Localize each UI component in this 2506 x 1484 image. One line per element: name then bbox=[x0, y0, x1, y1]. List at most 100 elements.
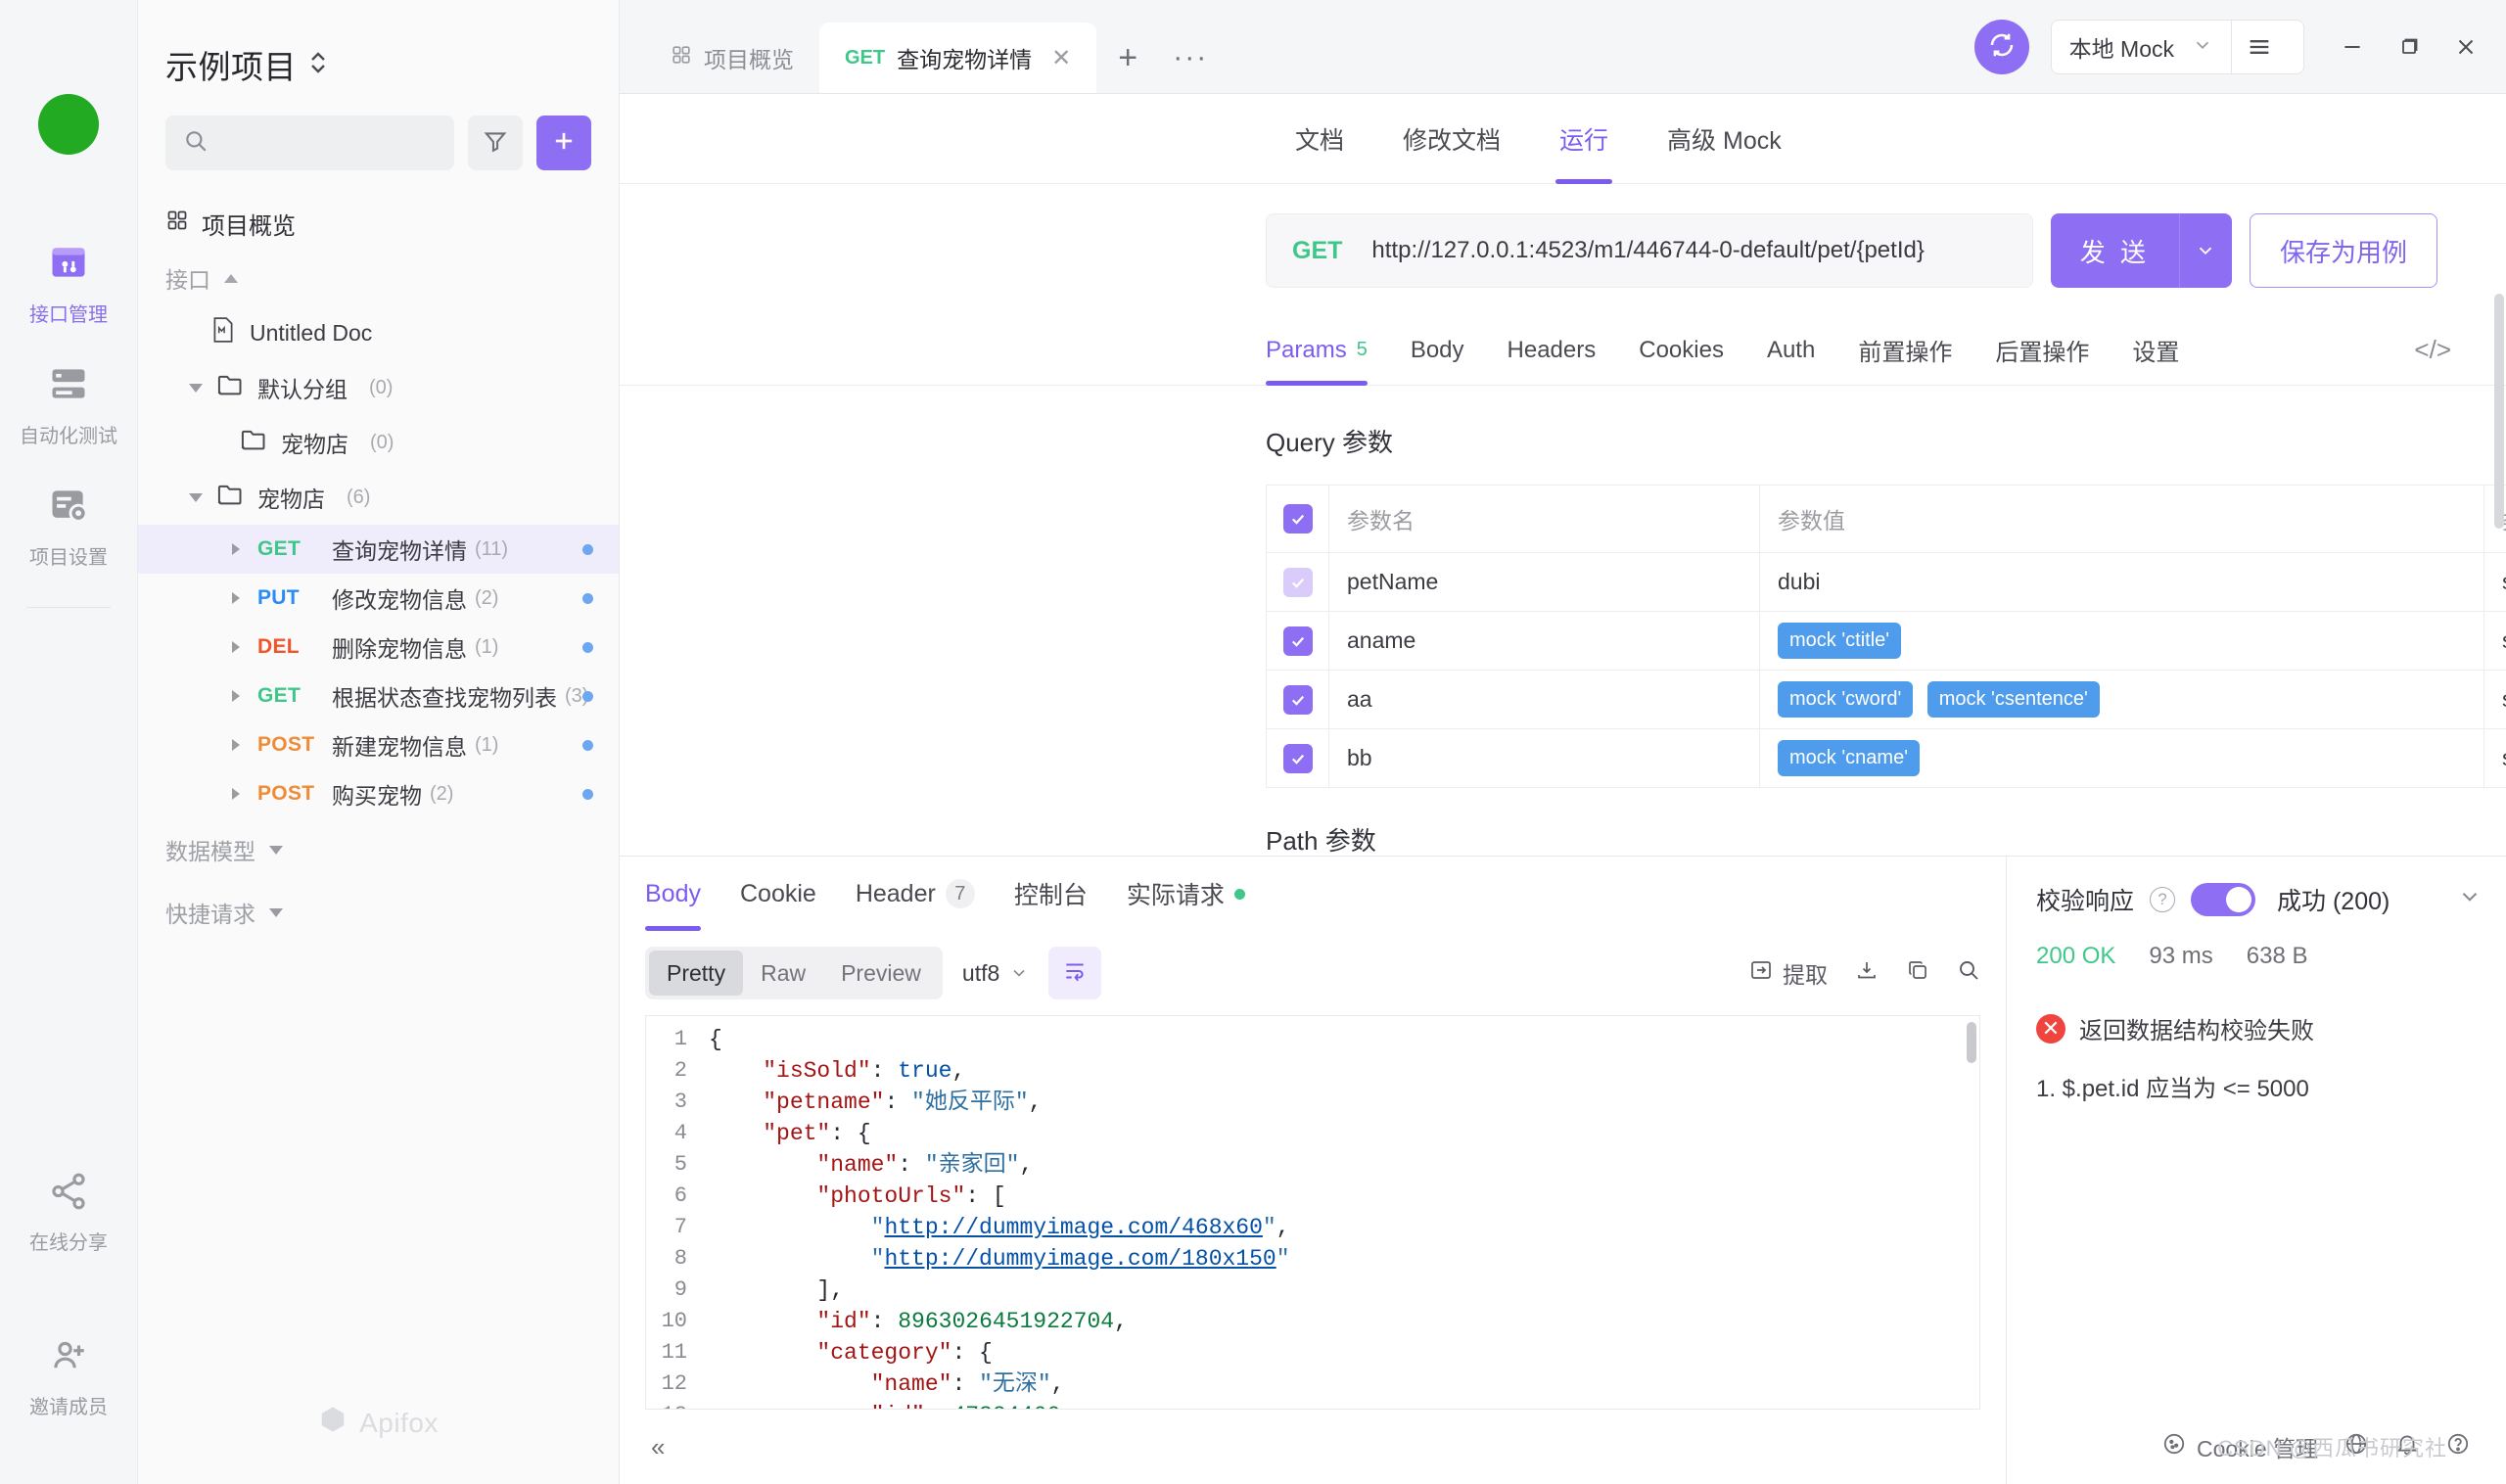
row-checkbox[interactable] bbox=[1282, 743, 1313, 773]
param-value[interactable]: mock 'cword' mock 'csentence' bbox=[1759, 670, 2484, 729]
param-value[interactable]: mock 'cname' bbox=[1759, 728, 2484, 788]
response-tab-header[interactable]: Header 7 bbox=[836, 857, 995, 931]
view-mode-preview[interactable]: Preview bbox=[823, 951, 939, 996]
tab-advanced-mock[interactable]: 高级 Mock bbox=[1638, 94, 1811, 184]
add-button[interactable] bbox=[536, 116, 591, 170]
new-tab-button[interactable]: + bbox=[1096, 23, 1159, 93]
tab-doc[interactable]: 文档 bbox=[1266, 94, 1373, 184]
view-mode-raw[interactable]: Raw bbox=[743, 951, 823, 996]
tab-project-overview[interactable]: 项目概览 bbox=[645, 23, 819, 93]
param-tab-headers[interactable]: Headers bbox=[1486, 315, 1618, 386]
search-input[interactable] bbox=[218, 131, 437, 155]
param-type[interactable]: string bbox=[2483, 552, 2506, 612]
help-icon[interactable]: ? bbox=[2150, 887, 2176, 912]
param-tab-params[interactable]: Params 5 bbox=[1266, 315, 1389, 386]
param-type[interactable]: string bbox=[2483, 611, 2506, 671]
tab-query-pet-detail[interactable]: GET 查询宠物详情 ✕ bbox=[819, 23, 1097, 93]
sidebar-api-post-buy-pet[interactable]: POST 购买宠物 (2) bbox=[138, 769, 619, 818]
sidebar-folder-default-group[interactable]: 默认分组 (0) bbox=[138, 360, 619, 415]
mock-tag[interactable]: mock 'csentence' bbox=[1926, 681, 2100, 718]
rail-item-automation-test[interactable]: 自动化测试 bbox=[0, 348, 137, 470]
param-value[interactable]: mock 'ctitle' bbox=[1759, 611, 2484, 671]
encoding-selector[interactable]: utf8 bbox=[962, 960, 1029, 987]
param-tab-cookies[interactable]: Cookies bbox=[1617, 315, 1745, 386]
more-tabs-button[interactable]: ··· bbox=[1159, 23, 1222, 93]
main-scrollbar[interactable] bbox=[2494, 294, 2504, 529]
select-all-checkbox[interactable] bbox=[1282, 504, 1313, 533]
url-input[interactable]: GET http://127.0.0.1:4523/m1/446744-0-de… bbox=[1266, 213, 2033, 288]
table-row[interactable]: aname mock 'ctitle' string bbox=[1266, 611, 2506, 671]
table-row[interactable]: aa mock 'cword' mock 'csentence' string bbox=[1266, 670, 2506, 729]
row-checkbox-cell[interactable] bbox=[1266, 728, 1329, 788]
response-tab-console[interactable]: 控制台 bbox=[995, 857, 1107, 931]
sidebar-item-doc[interactable]: Untitled Doc bbox=[138, 305, 619, 360]
wrap-lines-button[interactable] bbox=[1048, 947, 1102, 999]
param-tab-pre-script[interactable]: 前置操作 bbox=[1836, 315, 1973, 386]
row-checkbox-cell[interactable] bbox=[1266, 611, 1329, 671]
response-code-viewer[interactable]: 1{2 "isSold": true, 3 "petname": "她反平际", 4… bbox=[645, 1015, 1980, 1410]
sync-button[interactable] bbox=[1973, 20, 2029, 74]
chevron-down-icon[interactable] bbox=[2457, 884, 2483, 916]
code-scrollbar[interactable] bbox=[1967, 1022, 1976, 1063]
maximize-button[interactable] bbox=[2394, 32, 2424, 62]
sidebar-section-quick-request[interactable]: 快捷请求 bbox=[165, 881, 619, 944]
sidebar-item-overview[interactable]: 项目概览 bbox=[138, 196, 619, 251]
param-value[interactable]: dubi bbox=[1759, 552, 2484, 612]
mock-tag[interactable]: mock 'ctitle' bbox=[1778, 623, 1902, 659]
mock-tag[interactable]: mock 'cname' bbox=[1778, 740, 1921, 776]
sidebar-folder-petstore-empty[interactable]: 宠物店 (0) bbox=[138, 415, 619, 470]
avatar[interactable] bbox=[38, 94, 99, 155]
send-button[interactable]: 发 送 bbox=[2050, 213, 2232, 288]
table-row[interactable]: petName dubi string bbox=[1266, 552, 2506, 612]
param-tab-post-script[interactable]: 后置操作 bbox=[1973, 315, 2111, 386]
project-selector[interactable]: 示例项目 bbox=[138, 0, 619, 116]
param-tab-settings[interactable]: 设置 bbox=[2111, 315, 2201, 386]
sidebar-api-del-pet[interactable]: DEL 删除宠物信息 (1) bbox=[138, 623, 619, 672]
view-mode-pretty[interactable]: Pretty bbox=[649, 951, 744, 996]
mock-tag[interactable]: mock 'cword' bbox=[1778, 681, 1914, 718]
param-tab-auth[interactable]: Auth bbox=[1745, 315, 1836, 386]
download-button[interactable] bbox=[1855, 958, 1879, 988]
param-type[interactable]: string bbox=[2483, 728, 2506, 788]
row-checkbox-cell[interactable] bbox=[1266, 670, 1329, 729]
param-name[interactable]: bb bbox=[1328, 728, 1760, 788]
search-response-button[interactable] bbox=[1957, 958, 1980, 988]
environment-selector[interactable]: 本地 Mock bbox=[2050, 20, 2304, 74]
param-name[interactable]: aname bbox=[1328, 611, 1760, 671]
sidebar-api-get-pets-by-status[interactable]: GET 根据状态查找宠物列表 (3) bbox=[138, 672, 619, 720]
extract-button[interactable]: 提取 bbox=[1749, 956, 1828, 990]
row-checkbox[interactable] bbox=[1282, 567, 1313, 597]
close-button[interactable] bbox=[2451, 32, 2481, 62]
param-tab-body[interactable]: Body bbox=[1389, 315, 1486, 386]
sidebar-api-put-pet[interactable]: PUT 修改宠物信息 (2) bbox=[138, 574, 619, 623]
validation-toggle[interactable] bbox=[2191, 883, 2256, 916]
sidebar-section-api[interactable]: 接口 bbox=[138, 251, 619, 305]
response-tab-actual-request[interactable]: 实际请求 bbox=[1107, 857, 1265, 931]
rail-item-share[interactable]: 在线分享 bbox=[0, 1157, 137, 1276]
response-tab-body[interactable]: Body bbox=[645, 857, 720, 931]
sidebar-api-get-pet-detail[interactable]: GET 查询宠物详情 (11) bbox=[138, 525, 619, 574]
response-tab-cookie[interactable]: Cookie bbox=[720, 857, 836, 931]
filter-button[interactable] bbox=[468, 116, 523, 170]
rail-item-project-settings[interactable]: 项目设置 bbox=[0, 470, 137, 591]
sidebar-folder-petstore[interactable]: 宠物店 (6) bbox=[138, 470, 619, 525]
tab-edit-doc[interactable]: 修改文档 bbox=[1373, 94, 1530, 184]
tab-run[interactable]: 运行 bbox=[1530, 94, 1638, 184]
row-checkbox[interactable] bbox=[1282, 626, 1313, 656]
row-checkbox-cell[interactable] bbox=[1266, 552, 1329, 612]
search-box[interactable] bbox=[165, 116, 454, 170]
table-row[interactable]: bb mock 'cname' string bbox=[1266, 728, 2506, 788]
close-icon[interactable]: ✕ bbox=[1051, 44, 1071, 72]
rail-item-api-management[interactable]: 接口管理 bbox=[0, 227, 137, 348]
param-name[interactable]: petName bbox=[1328, 552, 1760, 612]
code-view-icon[interactable]: </> bbox=[2414, 335, 2451, 365]
save-as-case-button[interactable]: 保存为用例 bbox=[2249, 213, 2437, 288]
collapse-panel-button[interactable]: « bbox=[620, 1410, 2006, 1484]
select-all-cell[interactable] bbox=[1266, 485, 1329, 553]
param-type[interactable]: string bbox=[2483, 670, 2506, 729]
help-button[interactable] bbox=[2445, 1431, 2471, 1462]
rail-item-invite-member[interactable]: 邀请成员 bbox=[0, 1322, 137, 1441]
send-options-caret[interactable] bbox=[2178, 213, 2232, 288]
param-name[interactable]: aa bbox=[1328, 670, 1760, 729]
copy-button[interactable] bbox=[1906, 958, 1929, 988]
